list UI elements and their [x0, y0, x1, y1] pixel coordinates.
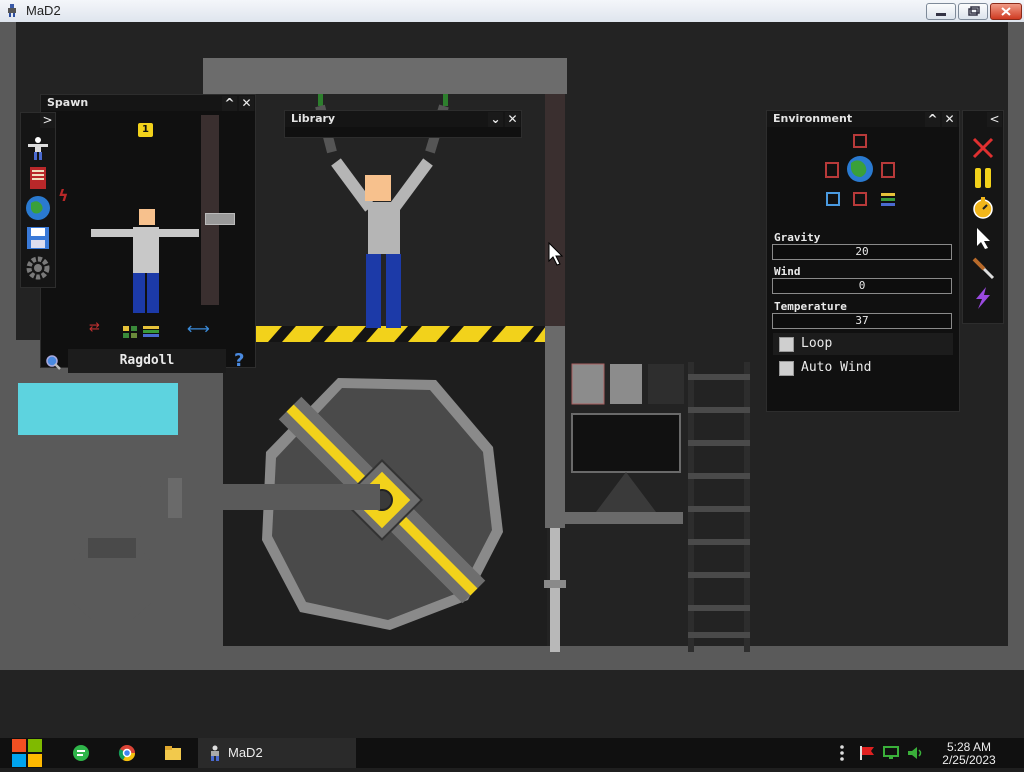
person-icon[interactable]: [25, 135, 51, 161]
library-panel-header[interactable]: Library ⌄ ✕: [285, 111, 521, 127]
game-scene[interactable]: Spawn ^ ✕ 1 ⇄ ⟷ Ragdoll ? > ϟ Library ⌄ …: [0, 22, 1024, 738]
library-panel: Library ⌄ ✕: [284, 110, 522, 138]
loop-checkbox[interactable]: [779, 337, 794, 352]
link-icon: ϟ: [58, 186, 69, 205]
clock-time[interactable]: 5:28 AM: [932, 740, 1006, 754]
taskbar: MaD2 5:28 AM 2/25/2023: [0, 738, 1024, 768]
start-windows-icon[interactable]: [10, 738, 44, 768]
spawn-close-button[interactable]: ✕: [239, 96, 254, 111]
window-titlebar: MaD2: [0, 0, 1024, 23]
chat-app-icon[interactable]: [72, 744, 90, 762]
spawn-scrollbar-thumb[interactable]: [205, 213, 235, 225]
library-dropdown-button[interactable]: ⌄: [488, 112, 503, 127]
auto-wind-checkbox[interactable]: [779, 361, 794, 376]
spawn-panel-title: Spawn: [47, 96, 89, 109]
pause-icon[interactable]: [970, 165, 996, 191]
taskbar-app-label: MaD2: [228, 745, 263, 760]
environment-direction-selector[interactable]: [821, 131, 901, 213]
overflow-menu-icon[interactable]: [838, 744, 846, 762]
environment-panel: Environment ^ ✕ Gravity 20 Wind 0 Temper…: [766, 110, 960, 412]
search-icon[interactable]: [43, 353, 61, 371]
spawn-item-name[interactable]: Ragdoll: [68, 349, 226, 373]
wind-slider[interactable]: 0: [772, 278, 952, 294]
network-icon[interactable]: [882, 745, 900, 761]
water-pool: [18, 383, 178, 435]
ragdoll-preview: [91, 209, 199, 313]
flag-icon[interactable]: [858, 745, 876, 761]
spawn-collapse-button[interactable]: ^: [222, 96, 237, 111]
mad2-app-icon: [208, 745, 222, 761]
gravity-label: Gravity: [774, 231, 821, 244]
restore-button[interactable]: [958, 3, 988, 20]
help-button[interactable]: ?: [234, 351, 252, 371]
right-toolbar: <: [962, 110, 1004, 324]
auto-wind-toggle[interactable]: Auto Wind: [773, 357, 953, 379]
spawn-count-badge: 1: [138, 123, 153, 137]
window-title: MaD2: [26, 3, 61, 18]
pointer-icon[interactable]: [970, 225, 996, 251]
timer-icon[interactable]: [970, 195, 996, 221]
book-icon[interactable]: [25, 165, 51, 191]
temperature-label: Temperature: [774, 300, 847, 313]
toolbar-collapse-button[interactable]: <: [987, 112, 1002, 127]
globe-icon[interactable]: [25, 195, 51, 221]
environment-panel-title: Environment: [773, 112, 853, 125]
delete-icon[interactable]: [970, 135, 996, 161]
save-icon[interactable]: [25, 225, 51, 251]
clock-date[interactable]: 2/25/2023: [932, 753, 1006, 767]
environment-panel-header[interactable]: Environment ^ ✕: [767, 111, 959, 127]
lightning-icon[interactable]: [970, 285, 996, 311]
chrome-icon[interactable]: [118, 744, 136, 762]
volume-icon[interactable]: [906, 745, 924, 761]
loop-toggle[interactable]: Loop: [773, 333, 953, 355]
auto-wind-label: Auto Wind: [801, 360, 872, 375]
minimize-button[interactable]: [926, 3, 956, 20]
loop-label: Loop: [801, 336, 833, 351]
spawn-panel-header[interactable]: Spawn ^ ✕: [41, 95, 255, 111]
file-explorer-icon[interactable]: [164, 744, 182, 762]
taskbar-app-mad2[interactable]: MaD2: [198, 738, 356, 768]
gear-icon[interactable]: [25, 255, 51, 281]
grid-view-icon[interactable]: [123, 323, 137, 338]
spawn-category-strip: [201, 115, 219, 305]
library-close-button[interactable]: ✕: [505, 112, 520, 127]
resize-horizontal-icon[interactable]: ⟷: [187, 321, 210, 337]
temperature-slider[interactable]: 37: [772, 313, 952, 329]
shuffle-icon[interactable]: ⇄: [89, 321, 105, 335]
library-panel-title: Library: [291, 112, 336, 125]
knife-icon[interactable]: [970, 255, 996, 281]
environment-collapse-button[interactable]: ^: [925, 112, 940, 127]
app-icon: [5, 3, 19, 18]
wind-label: Wind: [774, 265, 801, 278]
spawn-panel: Spawn ^ ✕ 1 ⇄ ⟷ Ragdoll ?: [40, 94, 256, 373]
environment-close-button[interactable]: ✕: [942, 112, 957, 127]
close-button[interactable]: [990, 3, 1022, 20]
gravity-slider[interactable]: 20: [772, 244, 952, 260]
spawn-tool-column: >: [20, 112, 56, 288]
spawn-expand-button[interactable]: >: [40, 113, 55, 128]
list-view-icon[interactable]: [143, 323, 159, 337]
